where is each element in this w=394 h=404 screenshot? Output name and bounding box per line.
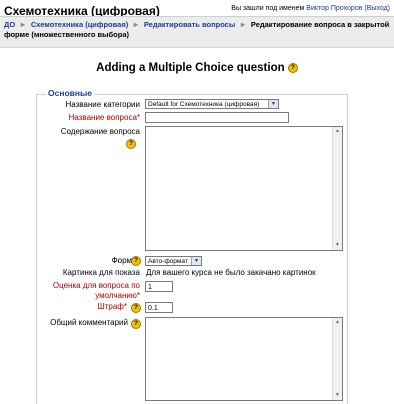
scroll-down-icon[interactable]: ▼ — [333, 241, 342, 250]
scroll-up-icon[interactable]: ▲ — [333, 318, 342, 327]
chevron-down-icon: ▼ — [191, 257, 201, 265]
question-text-label: Содержание вопроса — [60, 127, 140, 136]
category-select[interactable]: Default for Схемотехника (цифровая) ▼ — [145, 99, 279, 109]
help-icon[interactable]: ? — [131, 319, 141, 329]
scroll-down-icon[interactable]: ▼ — [333, 391, 342, 400]
page-title: Adding a Multiple Choice question ? — [0, 62, 394, 74]
breadcrumb-separator-icon: ► — [239, 20, 247, 29]
page-title-text: Adding a Multiple Choice question — [96, 62, 285, 74]
penalty-label: Штраф* — [97, 302, 127, 311]
chevron-down-icon: ▼ — [268, 100, 278, 108]
category-select-value: Default for Схемотехника (цифровая) — [148, 101, 260, 108]
general-feedback-label: Общий комментарий — [50, 318, 128, 327]
help-icon[interactable]: ? — [126, 139, 136, 149]
format-select[interactable]: Авто-формат ▼ — [145, 256, 202, 266]
fieldset-legend: Основные — [46, 88, 95, 98]
question-text-textarea[interactable]: ▲ ▼ — [145, 126, 343, 251]
help-icon[interactable]: ? — [287, 62, 298, 73]
penalty-input[interactable]: 0.1 — [145, 302, 173, 313]
question-name-label: Название вопроса* — [68, 113, 140, 122]
navbar: ДО ► Схемотехника (цифровая) ► Редактиро… — [0, 16, 394, 48]
scrollbar[interactable]: ▲ ▼ — [332, 127, 342, 250]
breadcrumb-course-link[interactable]: Схемотехника (цифровая) — [31, 20, 128, 29]
breadcrumb-separator-icon: ► — [132, 20, 140, 29]
breadcrumb: ДО ► Схемотехника (цифровая) ► Редактиро… — [4, 20, 390, 40]
question-name-input[interactable] — [145, 112, 289, 123]
breadcrumb-separator-icon: ► — [19, 20, 27, 29]
scroll-up-icon[interactable]: ▲ — [333, 127, 342, 136]
logout-link[interactable]: (Выход) — [364, 5, 390, 12]
scrollbar[interactable]: ▲ ▼ — [332, 318, 342, 400]
user-name-link[interactable]: Виктор Прохоров — [306, 5, 362, 12]
image-label: Картинка для показа — [62, 268, 140, 277]
login-prefix: Вы зашли под именем — [231, 5, 305, 12]
default-grade-label: Оценка для вопроса по умолчанию* — [52, 281, 140, 300]
image-value: Для вашего курса не было закачано картин… — [146, 268, 316, 277]
category-label: Название категории — [65, 100, 140, 109]
general-feedback-textarea[interactable]: ▲ ▼ — [145, 317, 343, 401]
login-info: Вы зашли под именем Виктор Прохоров (Вых… — [231, 5, 390, 12]
help-icon[interactable]: ? — [131, 256, 141, 266]
breadcrumb-edit-questions-link[interactable]: Редактировать вопросы — [144, 20, 235, 29]
default-grade-input[interactable]: 1 — [145, 281, 173, 292]
format-select-value: Авто-формат — [148, 258, 188, 265]
breadcrumb-home-link[interactable]: ДО — [4, 20, 15, 29]
format-label: Формат — [111, 256, 140, 265]
help-icon[interactable]: ? — [131, 303, 141, 313]
